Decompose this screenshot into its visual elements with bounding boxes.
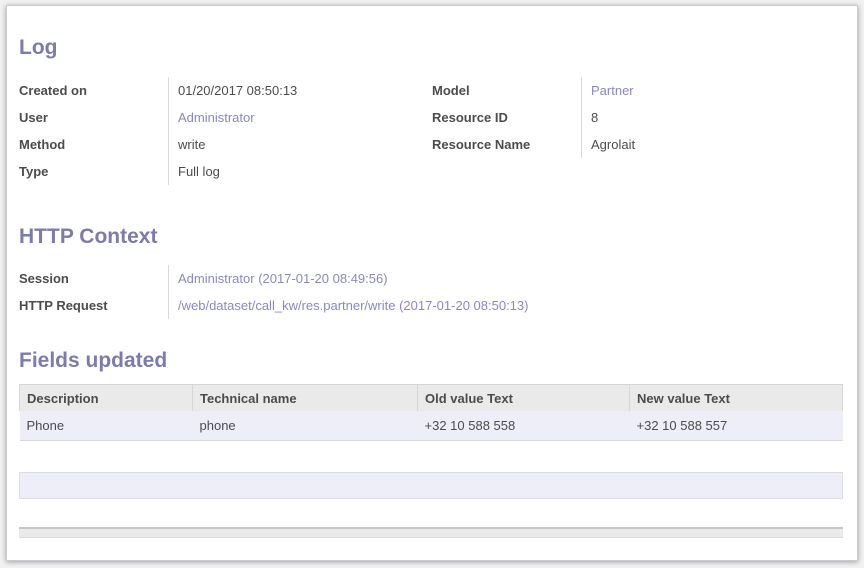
http-request-value: /web/dataset/call_kw/res.partner/write (… [168, 292, 639, 319]
user-link[interactable]: Administrator [178, 110, 255, 125]
model-label: Model [432, 77, 581, 104]
log-field-groups: Created on 01/20/2017 08:50:13 User Admi… [19, 77, 843, 185]
session-value: Administrator (2017-01-20 08:49:56) [168, 265, 639, 292]
cell-description: Phone [20, 411, 193, 441]
resource-id-text: 8 [591, 110, 598, 125]
column-header-description[interactable]: Description [20, 385, 193, 412]
method-label: Method [19, 131, 168, 158]
section-title-http-context: HTTP Context [19, 225, 843, 249]
log-field-group-right: Model Partner Resource ID 8 Resource Nam… [432, 77, 843, 185]
http-context-field-group: Session Administrator (2017-01-20 08:49:… [19, 265, 639, 319]
http-request-label: HTTP Request [19, 292, 168, 319]
user-label: User [19, 104, 168, 131]
session-label: Session [19, 265, 168, 292]
field-row-http-request: HTTP Request /web/dataset/call_kw/res.pa… [19, 292, 639, 319]
fields-updated-table: Description Technical name Old value Tex… [19, 384, 843, 441]
resource-id-value: 8 [581, 104, 843, 131]
cell-old-value: +32 10 588 558 [418, 411, 630, 441]
field-row-type: Type Full log [19, 158, 432, 185]
http-request-link[interactable]: /web/dataset/call_kw/res.partner/write (… [178, 298, 528, 313]
log-field-group-left: Created on 01/20/2017 08:50:13 User Admi… [19, 77, 432, 185]
log-form-sheet: Log Created on 01/20/2017 08:50:13 User … [6, 5, 858, 561]
field-row-resource-id: Resource ID 8 [432, 104, 843, 131]
cell-new-value: +32 10 588 557 [630, 411, 843, 441]
column-header-new-value-text[interactable]: New value Text [630, 385, 843, 412]
created-on-text: 01/20/2017 08:50:13 [178, 83, 297, 98]
field-row-method: Method write [19, 131, 432, 158]
cell-technical-name: phone [193, 411, 418, 441]
type-label: Type [19, 158, 168, 185]
created-on-label: Created on [19, 77, 168, 104]
model-link[interactable]: Partner [591, 83, 634, 98]
fields-table-header-row: Description Technical name Old value Tex… [20, 385, 843, 412]
resource-name-text: Agrolait [591, 137, 635, 152]
type-text: Full log [178, 164, 220, 179]
empty-list-header-strip [19, 527, 843, 538]
field-row-user: User Administrator [19, 104, 432, 131]
type-value: Full log [168, 158, 432, 185]
column-header-technical-name[interactable]: Technical name [193, 385, 418, 412]
empty-list-row [19, 472, 843, 499]
field-row-model: Model Partner [432, 77, 843, 104]
model-value: Partner [581, 77, 843, 104]
field-row-session: Session Administrator (2017-01-20 08:49:… [19, 265, 639, 292]
user-value: Administrator [168, 104, 432, 131]
resource-name-value: Agrolait [581, 131, 843, 158]
section-title-log: Log [19, 36, 843, 60]
method-value: write [168, 131, 432, 158]
method-text: write [178, 137, 205, 152]
table-row-phone[interactable]: Phone phone +32 10 588 558 +32 10 588 55… [20, 411, 843, 441]
created-on-value: 01/20/2017 08:50:13 [168, 77, 432, 104]
resource-id-label: Resource ID [432, 104, 581, 131]
column-header-old-value-text[interactable]: Old value Text [418, 385, 630, 412]
field-row-created-on: Created on 01/20/2017 08:50:13 [19, 77, 432, 104]
resource-name-label: Resource Name [432, 131, 581, 158]
session-link[interactable]: Administrator (2017-01-20 08:49:56) [178, 271, 388, 286]
section-title-fields-updated: Fields updated [19, 349, 843, 373]
field-row-resource-name: Resource Name Agrolait [432, 131, 843, 158]
